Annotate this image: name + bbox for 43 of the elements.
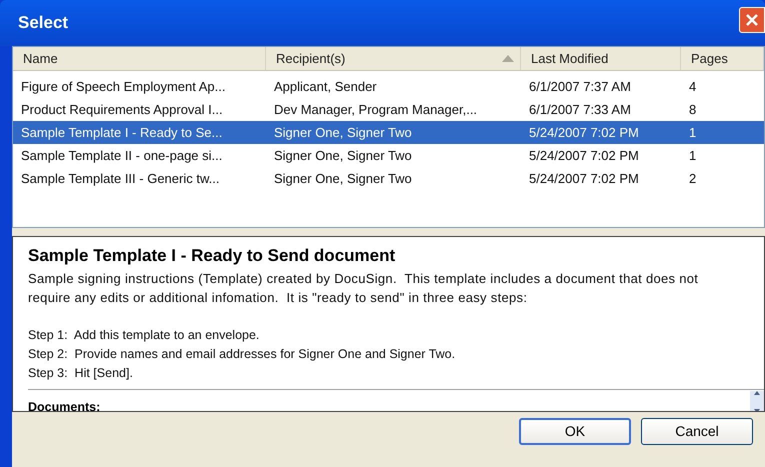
- table-cell-text: Figure of Speech Employment Ap...: [20, 78, 226, 96]
- table-row[interactable]: Sample Template I - Ready to Se... Signer One, Signer Two 5/24/2007 7:02 PM 1: [13, 121, 764, 144]
- table-row[interactable]: Figure of Speech Employment Ap... Applicant, Sender 6/1/2007 7:37 AM 4: [13, 75, 764, 98]
- table-cell-text: 6/1/2007 7:33 AM: [528, 100, 632, 119]
- section-heading: Documents:: [28, 399, 100, 411]
- table-cell-text: Applicant, Sender: [273, 78, 378, 96]
- step-text: Step 3: Hit [Send].: [28, 365, 134, 382]
- step-text: Step 2: Provide names and email addresses for Signer One and Signer Two.: [28, 346, 456, 363]
- table-cell-text: 1: [688, 124, 698, 142]
- table-cell-text: Sample Template III - Generic tw...: [20, 170, 220, 188]
- column-header[interactable]: Recipient(s): [266, 47, 521, 70]
- table-cell-text: Signer One, Signer Two: [273, 170, 413, 188]
- table-cell-text: 6/1/2007 7:37 AM: [528, 78, 632, 96]
- table-cell-text: Dev Manager, Program Manager,...: [273, 100, 478, 119]
- table-row[interactable]: Sample Template III - Generic tw... Signer One, Signer Two 5/24/2007 7:02 PM 2: [13, 167, 764, 190]
- table-cell-text: Signer One, Signer Two: [273, 124, 413, 142]
- table-cell-text: 1: [688, 146, 698, 165]
- scrollbar[interactable]: [750, 391, 764, 411]
- scroll-up-icon: [754, 391, 760, 395]
- table-row[interactable]: Product Requirements Approval I... Dev Manager, Program Manager,... 6/1/2007 7:33 AM 8: [13, 98, 764, 121]
- close-icon: [745, 13, 759, 27]
- table-cell-text: Signer One, Signer Two: [273, 146, 413, 165]
- table-cell-text: 4: [688, 78, 698, 96]
- dialog-button[interactable]: Cancel: [641, 418, 753, 445]
- column-header[interactable]: Pages: [681, 47, 764, 70]
- table-cell-text: 5/24/2007 7:02 PM: [528, 146, 640, 165]
- close-button[interactable]: [739, 7, 765, 33]
- table-cell-text: Sample Template II - one-page si...: [20, 146, 224, 165]
- table-cell-text: 8: [688, 100, 698, 119]
- details-title: Sample Template I - Ready to Send document: [28, 245, 396, 267]
- table-cell-text: 5/24/2007 7:02 PM: [528, 124, 640, 142]
- sort-arrow-icon: [502, 55, 514, 62]
- table-row[interactable]: Sample Template II - one-page si... Signer One, Signer Two 5/24/2007 7:02 PM 1: [13, 144, 764, 167]
- column-header[interactable]: Last Modified: [521, 47, 681, 70]
- table-cell-text: Sample Template I - Ready to Se...: [20, 124, 224, 142]
- step-text: Step 1: Add this template to an envelope.: [28, 327, 260, 344]
- dialog-button[interactable]: OK: [519, 418, 631, 445]
- description-text: Sample signing instructions (Template) created by DocuSign. This template includes a document that does not require any edits or additional infomation. It is "ready to send" in three easy steps:: [28, 270, 700, 307]
- table-cell-text: 5/24/2007 7:02 PM: [528, 170, 640, 188]
- table-cell-text: Product Requirements Approval I...: [20, 100, 224, 119]
- table-cell-text: 2: [688, 170, 698, 188]
- window-title: Select: [18, 12, 68, 34]
- column-header[interactable]: Name: [13, 47, 266, 70]
